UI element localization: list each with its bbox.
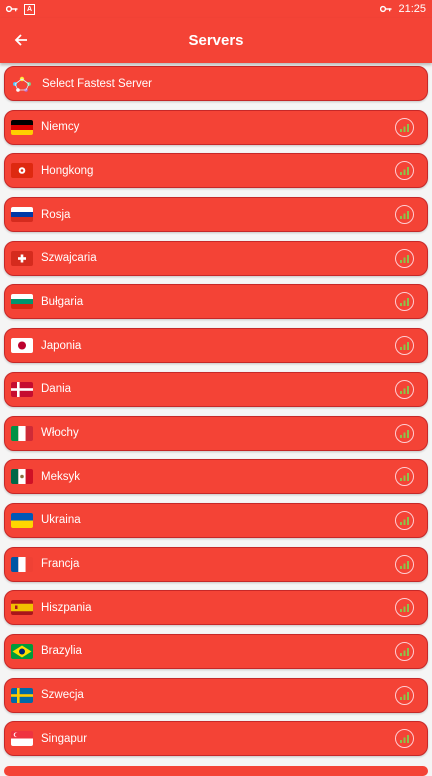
japan-flag-icon bbox=[11, 338, 33, 354]
server-item-bulgaria[interactable]: Bułgaria bbox=[4, 284, 428, 320]
server-item-japan[interactable]: Japonia bbox=[4, 328, 428, 364]
server-label: Niemcy bbox=[41, 121, 80, 134]
sweden-flag-icon bbox=[11, 687, 33, 703]
fastest-server-icon bbox=[13, 76, 31, 92]
signal-indicator bbox=[395, 685, 414, 705]
russia-flag-icon bbox=[11, 207, 33, 223]
bulgaria-flag-icon bbox=[11, 294, 33, 310]
signal-indicator bbox=[395, 379, 414, 399]
signal-strength-icon bbox=[400, 691, 409, 700]
notification-badge: A bbox=[24, 3, 35, 15]
germany-flag-icon bbox=[11, 119, 33, 135]
server-label: Singapur bbox=[41, 732, 88, 745]
server-label: Francja bbox=[41, 558, 80, 571]
signal-strength-icon bbox=[400, 604, 409, 613]
server-label: Rosja bbox=[41, 208, 71, 221]
server-item-brazil[interactable]: Brazylia bbox=[4, 633, 428, 669]
signal-indicator bbox=[395, 729, 414, 749]
signal-indicator bbox=[395, 467, 414, 487]
signal-strength-icon bbox=[400, 429, 409, 438]
server-item-germany[interactable]: Niemcy bbox=[4, 109, 428, 145]
vpn-key-icon bbox=[6, 5, 18, 13]
page-title: Servers bbox=[188, 32, 244, 49]
arrow-left-icon bbox=[14, 34, 27, 46]
server-label: Ukraina bbox=[41, 514, 81, 527]
server-item-sweden[interactable]: Szwecja bbox=[4, 677, 428, 713]
signal-strength-icon bbox=[400, 254, 409, 263]
status-bar: A 21:25 bbox=[0, 0, 432, 18]
signal-strength-icon bbox=[400, 735, 409, 744]
signal-strength-icon bbox=[400, 342, 409, 351]
signal-indicator bbox=[395, 554, 414, 574]
signal-indicator bbox=[395, 292, 414, 312]
signal-indicator bbox=[395, 336, 414, 356]
signal-indicator bbox=[395, 598, 414, 618]
switzerland-flag-icon bbox=[11, 250, 33, 266]
signal-strength-icon bbox=[400, 560, 409, 569]
signal-strength-icon bbox=[400, 473, 409, 482]
server-list: Select Fastest Server Niemcy Hongkong Rosj… bbox=[4, 66, 428, 765]
signal-indicator bbox=[395, 641, 414, 661]
signal-strength-icon bbox=[400, 211, 409, 220]
ukraine-flag-icon bbox=[11, 512, 33, 528]
server-label: Brazylia bbox=[41, 645, 82, 658]
mexico-flag-icon bbox=[11, 469, 33, 485]
signal-indicator bbox=[395, 423, 414, 443]
server-label: Włochy bbox=[41, 427, 79, 439]
server-item-switzerland[interactable]: Szwajcaria bbox=[4, 240, 428, 276]
france-flag-icon bbox=[11, 556, 33, 572]
signal-indicator bbox=[395, 248, 414, 268]
server-label: Szwecja bbox=[41, 689, 84, 702]
server-label: Hiszpania bbox=[41, 601, 92, 614]
singapore-flag-icon bbox=[11, 731, 33, 747]
signal-strength-icon bbox=[400, 516, 409, 525]
vpn-key-icon bbox=[380, 5, 392, 13]
signal-indicator bbox=[395, 117, 414, 137]
server-item-singapore[interactable]: Singapur bbox=[4, 721, 428, 757]
brazil-flag-icon bbox=[11, 643, 33, 659]
signal-strength-icon bbox=[400, 123, 409, 132]
spain-flag-icon bbox=[11, 600, 33, 616]
denmark-flag-icon bbox=[11, 381, 33, 397]
server-label: Szwajcaria bbox=[41, 252, 97, 265]
server-item-italy[interactable]: Włochy bbox=[4, 415, 428, 451]
signal-strength-icon bbox=[400, 385, 409, 394]
server-item-russia[interactable]: Rosja bbox=[4, 197, 428, 233]
hongkong-flag-icon bbox=[11, 163, 33, 179]
signal-indicator bbox=[395, 161, 414, 181]
server-label: Dania bbox=[41, 383, 72, 396]
status-time: 21:25 bbox=[398, 3, 426, 15]
signal-strength-icon bbox=[400, 167, 409, 176]
server-item-spain[interactable]: Hiszpania bbox=[4, 590, 428, 626]
server-item-france[interactable]: Francja bbox=[4, 546, 428, 582]
server-label: Hongkong bbox=[41, 164, 94, 177]
signal-strength-icon bbox=[400, 298, 409, 307]
italy-flag-icon bbox=[11, 425, 33, 441]
signal-indicator bbox=[395, 205, 414, 225]
server-item-mexico[interactable]: Meksyk bbox=[4, 459, 428, 495]
server-item-denmark[interactable]: Dania bbox=[4, 371, 428, 407]
server-label: Bułgaria bbox=[41, 295, 84, 308]
server-label: Japonia bbox=[41, 339, 82, 352]
app-bar: Servers bbox=[0, 18, 432, 63]
select-fastest-server-button[interactable]: Select Fastest Server bbox=[4, 66, 428, 101]
server-item-ukraine[interactable]: Ukraina bbox=[4, 502, 428, 538]
server-label: Select Fastest Server bbox=[42, 77, 152, 90]
back-button[interactable] bbox=[11, 30, 31, 50]
server-item-hongkong[interactable]: Hongkong bbox=[4, 153, 428, 189]
signal-strength-icon bbox=[400, 647, 409, 656]
signal-indicator bbox=[395, 510, 414, 530]
server-label: Meksyk bbox=[41, 470, 80, 483]
